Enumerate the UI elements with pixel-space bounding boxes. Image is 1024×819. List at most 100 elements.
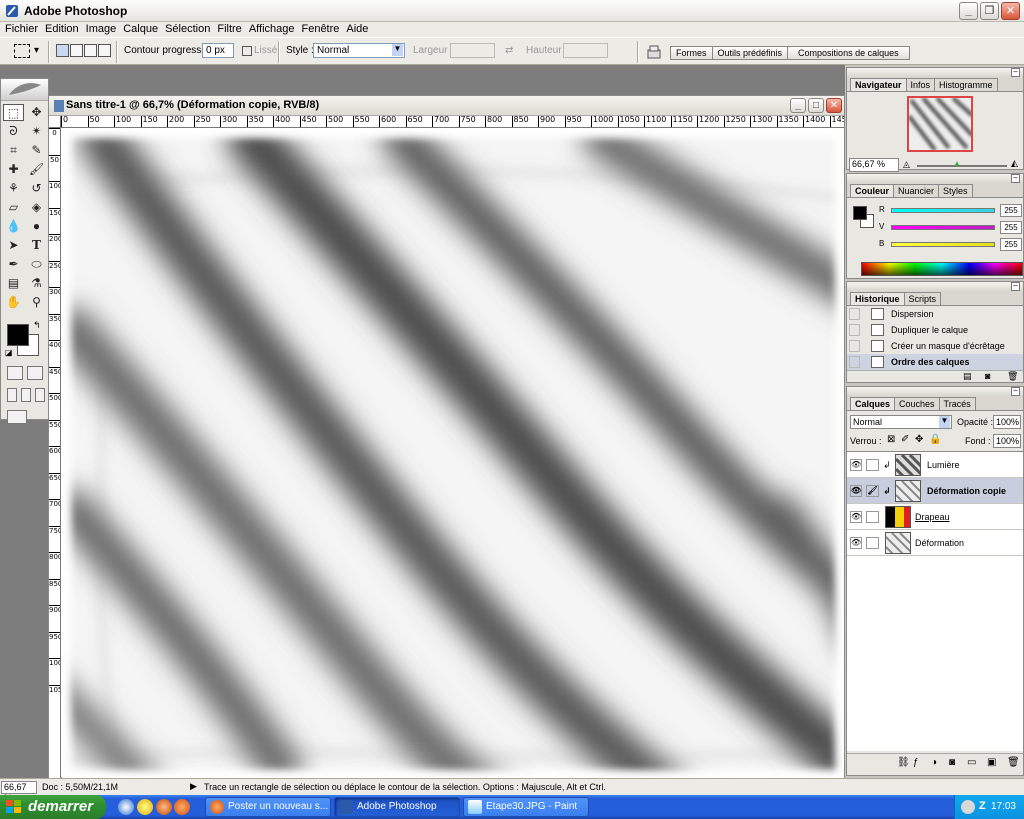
- desktop-icon[interactable]: [118, 799, 134, 815]
- history-brush-tool-icon[interactable]: ↺: [26, 180, 47, 197]
- fill-input[interactable]: 100%: [993, 434, 1021, 448]
- eye-icon[interactable]: 👁: [850, 485, 862, 497]
- panel-minimize-icon[interactable]: –: [1011, 282, 1020, 291]
- hand-tool-icon[interactable]: ✋: [3, 294, 24, 311]
- adjustment-layer-icon[interactable]: ◑: [931, 757, 937, 768]
- close-button[interactable]: ✕: [1001, 2, 1020, 20]
- menu-filtre[interactable]: Filtre: [215, 22, 246, 37]
- well-tab-compositions[interactable]: Compositions de calques: [787, 46, 910, 60]
- ruler-origin[interactable]: [49, 116, 61, 128]
- new-group-icon[interactable]: ▭: [967, 757, 976, 768]
- tab-couches[interactable]: Couches: [894, 397, 940, 410]
- tab-histogramme[interactable]: Histogramme: [934, 78, 998, 91]
- tray-z-icon[interactable]: Z: [979, 800, 986, 812]
- move-tool-icon[interactable]: ✥: [26, 104, 47, 121]
- blend-mode-select[interactable]: Normal ▼: [850, 415, 952, 429]
- panel-minimize-icon[interactable]: –: [1011, 68, 1020, 77]
- clock[interactable]: 17:03: [991, 801, 1016, 812]
- zoom-tool-icon[interactable]: ⚲: [26, 294, 47, 311]
- default-colors-icon[interactable]: ◪: [5, 348, 13, 357]
- new-layer-icon[interactable]: ▣: [987, 757, 996, 768]
- channel-b-value[interactable]: 255: [1000, 238, 1022, 251]
- history-item[interactable]: Dupliquer le calque: [847, 322, 1023, 338]
- task-paint[interactable]: Etape30.JPG - Paint: [463, 797, 589, 817]
- tab-infos[interactable]: Infos: [905, 78, 936, 91]
- layer-row-active[interactable]: 👁 🖌 ↲ Déformation copie: [847, 478, 1023, 504]
- shape-tool-icon[interactable]: ⬭: [26, 256, 47, 273]
- lock-pixels-icon[interactable]: ✐: [901, 434, 909, 445]
- eye-icon[interactable]: 👁: [850, 511, 862, 523]
- firefox-icon[interactable]: [174, 799, 190, 815]
- navigator-zoom-input[interactable]: 66,67 %: [849, 158, 899, 172]
- task-poster[interactable]: Poster un nouveau s...: [205, 797, 331, 817]
- history-item[interactable]: Dispersion: [847, 306, 1023, 322]
- dodge-tool-icon[interactable]: ●: [26, 218, 47, 235]
- new-document-from-state-icon[interactable]: ▤: [963, 371, 972, 382]
- screen-mode-menu-icon[interactable]: [21, 388, 31, 402]
- swap-colors-icon[interactable]: ↰: [33, 320, 41, 331]
- channel-r-slider[interactable]: [891, 208, 995, 213]
- add-mask-icon[interactable]: ◙: [949, 757, 955, 768]
- layer-row[interactable]: 👁 Déformation: [847, 530, 1023, 556]
- restore-button[interactable]: ❐: [980, 2, 999, 20]
- well-tab-outils[interactable]: Outils prédéfinis: [711, 46, 789, 60]
- panel-minimize-icon[interactable]: –: [1011, 174, 1020, 183]
- largeur-input[interactable]: [450, 43, 495, 58]
- doc-close-button[interactable]: ✕: [826, 98, 842, 113]
- lock-position-icon[interactable]: ✥: [915, 434, 923, 445]
- tab-calques[interactable]: Calques: [850, 397, 896, 410]
- layer-link-icon[interactable]: [866, 511, 879, 523]
- quick-mask-mode-icon[interactable]: [27, 366, 43, 380]
- notes-tool-icon[interactable]: ▤: [3, 275, 24, 292]
- vertical-ruler[interactable]: 0 50 100 150 200 250 300 350 400 450 500 550 600 650 7…: [49, 128, 61, 778]
- tray-back-icon[interactable]: [961, 800, 975, 814]
- menu-affichage[interactable]: Affichage: [247, 22, 300, 37]
- status-menu-arrow-icon[interactable]: ▶: [190, 781, 197, 792]
- tab-couleur[interactable]: Couleur: [850, 184, 895, 197]
- screen-mode-standard-icon[interactable]: [7, 388, 17, 402]
- navigator-thumbnail[interactable]: [907, 96, 973, 152]
- tool-preset-picker-icon[interactable]: [14, 44, 30, 58]
- task-photoshop[interactable]: Adobe Photoshop: [334, 797, 460, 817]
- feather-logo-icon[interactable]: [1, 79, 48, 101]
- imageready-icon[interactable]: [7, 410, 27, 424]
- menu-selection[interactable]: Sélection: [163, 22, 215, 37]
- subtract-selection-icon[interactable]: [84, 44, 97, 57]
- new-snapshot-icon[interactable]: ◙: [985, 371, 990, 381]
- channel-v-value[interactable]: 255: [1000, 221, 1022, 234]
- brush-icon[interactable]: 🖌: [866, 485, 879, 497]
- menu-fichier[interactable]: Fichier: [3, 22, 43, 37]
- palette-well-icon[interactable]: [646, 44, 662, 60]
- history-item[interactable]: Créer un masque d'écrêtage: [847, 338, 1023, 354]
- lock-all-icon[interactable]: 🔒: [929, 434, 941, 445]
- minimize-button[interactable]: _: [959, 2, 978, 20]
- browser-icon[interactable]: [156, 799, 172, 815]
- layer-link-icon[interactable]: [866, 537, 879, 549]
- status-zoom-input[interactable]: 66,67 %: [1, 781, 37, 803]
- slider-handle-icon[interactable]: ▲: [953, 159, 961, 168]
- hauteur-input[interactable]: [563, 43, 608, 58]
- path-selection-tool-icon[interactable]: ➤: [3, 237, 24, 254]
- eye-icon[interactable]: 👁: [850, 537, 862, 549]
- tab-historique[interactable]: Historique: [850, 292, 905, 305]
- lisse-checkbox[interactable]: [242, 46, 252, 56]
- menu-image[interactable]: Image: [84, 22, 122, 37]
- opacity-input[interactable]: 100%: [993, 415, 1021, 429]
- zoom-out-icon[interactable]: ◬: [903, 159, 910, 170]
- tab-traces[interactable]: Tracés: [938, 397, 976, 410]
- eraser-tool-icon[interactable]: ▱: [3, 199, 24, 216]
- text-tool-icon[interactable]: T: [26, 237, 47, 254]
- crop-tool-icon[interactable]: ⌗: [3, 142, 24, 159]
- channel-b-slider[interactable]: [891, 242, 995, 247]
- menu-edition[interactable]: Edition: [43, 22, 84, 37]
- navigator-zoom-slider[interactable]: [917, 165, 1007, 167]
- marquee-tool-icon[interactable]: ⬚: [3, 104, 24, 121]
- eyedropper-tool-icon[interactable]: ⚗: [26, 275, 47, 292]
- layer-style-icon[interactable]: ƒ: [913, 757, 919, 768]
- tab-styles[interactable]: Styles: [938, 184, 973, 197]
- style-select[interactable]: Normal ▼: [313, 43, 405, 58]
- start-button[interactable]: demarrer: [0, 795, 106, 819]
- horizontal-ruler[interactable]: 0 50 100 150 200 250 300 350 400 450 500 550 600 650 7…: [61, 116, 844, 128]
- pen-tool-icon[interactable]: ✒: [3, 256, 24, 273]
- brush-tool-icon[interactable]: 🖌: [26, 161, 47, 178]
